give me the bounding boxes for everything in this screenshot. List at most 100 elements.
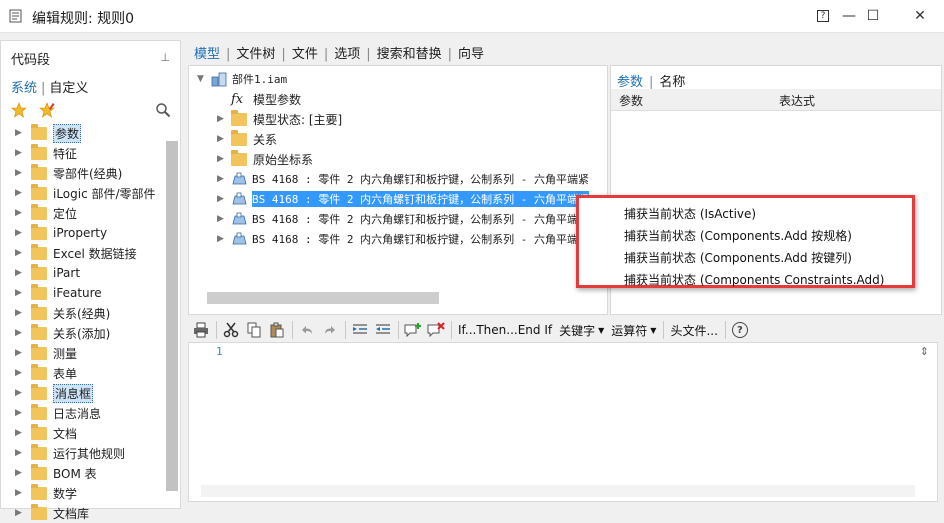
pin-icon[interactable]: ⊥ bbox=[160, 51, 170, 64]
tab-options[interactable]: 选项 bbox=[334, 43, 360, 62]
expand-arrow-icon[interactable]: ▶ bbox=[217, 214, 231, 224]
close-button[interactable]: ✕ bbox=[897, 0, 943, 32]
expand-arrow-icon[interactable]: ▶ bbox=[15, 328, 31, 338]
print-icon[interactable] bbox=[190, 319, 212, 341]
header-button[interactable]: 头文件... bbox=[667, 319, 720, 341]
expand-arrow-icon[interactable]: ▶ bbox=[15, 368, 31, 378]
expand-arrow-icon[interactable]: ▶ bbox=[217, 114, 231, 124]
horizontal-scrollbar[interactable] bbox=[207, 292, 439, 304]
expand-arrow-icon[interactable]: ▶ bbox=[217, 194, 231, 204]
expand-arrow-icon[interactable]: ▶ bbox=[15, 508, 31, 518]
snippet-item[interactable]: ▶ 关系(添加) bbox=[1, 323, 161, 343]
tree-item-relationships[interactable]: ▶ 关系 bbox=[217, 129, 277, 149]
tab-name[interactable]: 名称 bbox=[659, 75, 685, 90]
tree-item-model-state[interactable]: ▶ 模型状态: [主要] bbox=[217, 109, 342, 129]
expand-arrow-icon[interactable]: ▶ bbox=[15, 428, 31, 438]
snippet-item[interactable]: ▶ 消息框 bbox=[1, 383, 161, 403]
star-icon[interactable] bbox=[11, 102, 27, 118]
tree-item-part[interactable]: ▶ BS 4168 : 零件 2 内六角螺钉和板拧键，公制系列 - 六角平端 bbox=[217, 229, 578, 249]
tab-parameters[interactable]: 参数 bbox=[617, 75, 643, 90]
uncomment-icon[interactable] bbox=[425, 319, 447, 341]
snippet-item[interactable]: ▶ 文档 bbox=[1, 423, 161, 443]
help-icon[interactable]: ? bbox=[729, 319, 751, 341]
redo-icon[interactable] bbox=[319, 319, 341, 341]
copy-icon[interactable] bbox=[243, 319, 265, 341]
tab-system[interactable]: 系统 bbox=[11, 81, 37, 96]
expand-arrow-icon[interactable]: ▶ bbox=[15, 488, 31, 498]
snippet-item[interactable]: ▶ 关系(经典) bbox=[1, 303, 161, 323]
snippet-item[interactable]: ▶ iPart bbox=[1, 263, 161, 283]
tab-wizard[interactable]: 向导 bbox=[458, 43, 484, 62]
snippet-item[interactable]: ▶ 日志消息 bbox=[1, 403, 161, 423]
part-icon bbox=[232, 212, 247, 225]
column-header-expression[interactable]: 表达式 bbox=[779, 92, 815, 109]
cut-icon[interactable] bbox=[220, 319, 242, 341]
snippet-item[interactable]: ▶ 零部件(经典) bbox=[1, 163, 161, 183]
star-edit-icon[interactable] bbox=[39, 102, 57, 118]
expand-arrow-icon[interactable]: ▶ bbox=[15, 248, 31, 258]
expand-arrow-icon[interactable]: ▶ bbox=[15, 228, 31, 238]
expand-arrow-icon[interactable]: ▶ bbox=[217, 174, 231, 184]
menu-item-capture-isactive[interactable]: 捕获当前状态 (IsActive) bbox=[624, 205, 756, 222]
snippet-item[interactable]: ▶ iFeature bbox=[1, 283, 161, 303]
expand-arrow-icon[interactable]: ▶ bbox=[15, 208, 31, 218]
snippet-item[interactable]: ▶ BOM 表 bbox=[1, 463, 161, 483]
menu-item-capture-add-by-spec[interactable]: 捕获当前状态 (Components.Add 按规格) bbox=[624, 227, 852, 244]
snippet-item[interactable]: ▶ 表单 bbox=[1, 363, 161, 383]
expand-arrow-icon[interactable]: ▶ bbox=[15, 448, 31, 458]
tree-item-part-selected[interactable]: ▶ BS 4168 : 零件 2 内六角螺钉和板拧键，公制系列 - 六角平端紧 bbox=[217, 189, 589, 209]
tab-file-tree[interactable]: 文件树 bbox=[236, 43, 275, 62]
vertical-scrollbar[interactable] bbox=[166, 141, 178, 491]
tree-item-part[interactable]: ▶ BS 4168 : 零件 2 内六角螺钉和板拧键，公制系列 - 六角平端 bbox=[217, 209, 578, 229]
snippet-item[interactable]: ▶ 特征 bbox=[1, 143, 161, 163]
snippet-item[interactable]: ▶ 运行其他规则 bbox=[1, 443, 161, 463]
indent-icon[interactable] bbox=[349, 319, 371, 341]
tab-custom[interactable]: 自定义 bbox=[49, 81, 88, 96]
expand-arrow-icon[interactable]: ▶ bbox=[15, 388, 31, 398]
menu-item-capture-constraints[interactable]: 捕获当前状态 (Components Constraints.Add) bbox=[624, 271, 884, 288]
paste-icon[interactable] bbox=[266, 319, 288, 341]
expand-arrow-icon[interactable]: ▶ bbox=[15, 468, 31, 478]
expand-arrow-icon[interactable]: ▶ bbox=[15, 408, 31, 418]
splitter-icon[interactable]: ⇕ bbox=[920, 345, 929, 358]
maximize-button[interactable]: ☐ bbox=[850, 0, 896, 32]
expand-arrow-icon[interactable]: ▶ bbox=[15, 188, 31, 198]
snippet-item[interactable]: ▶ 文档库 bbox=[1, 503, 161, 523]
tree-root[interactable]: ▼ 部件1.iam bbox=[197, 69, 287, 89]
menu-item-capture-add-by-key[interactable]: 捕获当前状态 (Components.Add 按键列) bbox=[624, 249, 852, 266]
snippet-item[interactable]: ▶ iLogic 部件/零部件 bbox=[1, 183, 161, 203]
tree-item-part[interactable]: ▶ BS 4168 : 零件 2 内六角螺钉和板拧键，公制系列 - 六角平端紧 bbox=[217, 169, 589, 189]
expand-arrow-icon[interactable]: ▶ bbox=[15, 268, 31, 278]
expand-arrow-icon[interactable]: ▶ bbox=[217, 234, 231, 244]
keywords-dropdown[interactable]: 关键字 ▼ bbox=[556, 319, 607, 341]
comment-icon[interactable] bbox=[402, 319, 424, 341]
outdent-icon[interactable] bbox=[372, 319, 394, 341]
column-header-parameter[interactable]: 参数 bbox=[619, 92, 643, 109]
tree-item-model-parameters[interactable]: fx 模型参数 bbox=[231, 89, 301, 109]
operators-dropdown[interactable]: 运算符 ▼ bbox=[608, 319, 659, 341]
snippet-item[interactable]: ▶ iProperty bbox=[1, 223, 161, 243]
tab-file[interactable]: 文件 bbox=[292, 43, 318, 62]
undo-icon[interactable] bbox=[296, 319, 318, 341]
snippet-item[interactable]: ▶ 定位 bbox=[1, 203, 161, 223]
expand-arrow-icon[interactable]: ▶ bbox=[15, 148, 31, 158]
collapse-arrow-icon[interactable]: ▼ bbox=[197, 74, 211, 84]
tab-search-replace[interactable]: 搜索和替换 bbox=[377, 43, 442, 62]
expand-arrow-icon[interactable]: ▶ bbox=[15, 308, 31, 318]
tab-model[interactable]: 模型 bbox=[194, 43, 220, 62]
expand-arrow-icon[interactable]: ▶ bbox=[15, 288, 31, 298]
snippet-item[interactable]: ▶ 测量 bbox=[1, 343, 161, 363]
search-icon[interactable] bbox=[155, 102, 171, 118]
expand-arrow-icon[interactable]: ▶ bbox=[217, 134, 231, 144]
snippet-item[interactable]: ▶ Excel 数据链接 bbox=[1, 243, 161, 263]
expand-arrow-icon[interactable]: ▶ bbox=[15, 348, 31, 358]
snippet-item[interactable]: ▶ 数学 bbox=[1, 483, 161, 503]
code-editor[interactable]: 1 ⇕ bbox=[188, 342, 938, 502]
tree-item-origin[interactable]: ▶ 原始坐标系 bbox=[217, 149, 313, 169]
expand-arrow-icon[interactable]: ▶ bbox=[15, 168, 31, 178]
if-then-button[interactable]: If...Then...End If bbox=[455, 319, 555, 341]
expand-arrow-icon[interactable]: ▶ bbox=[15, 128, 31, 138]
expand-arrow-icon[interactable]: ▶ bbox=[217, 154, 231, 164]
horizontal-scrollbar[interactable] bbox=[201, 485, 915, 497]
snippet-item[interactable]: ▶ 参数 bbox=[1, 123, 161, 143]
